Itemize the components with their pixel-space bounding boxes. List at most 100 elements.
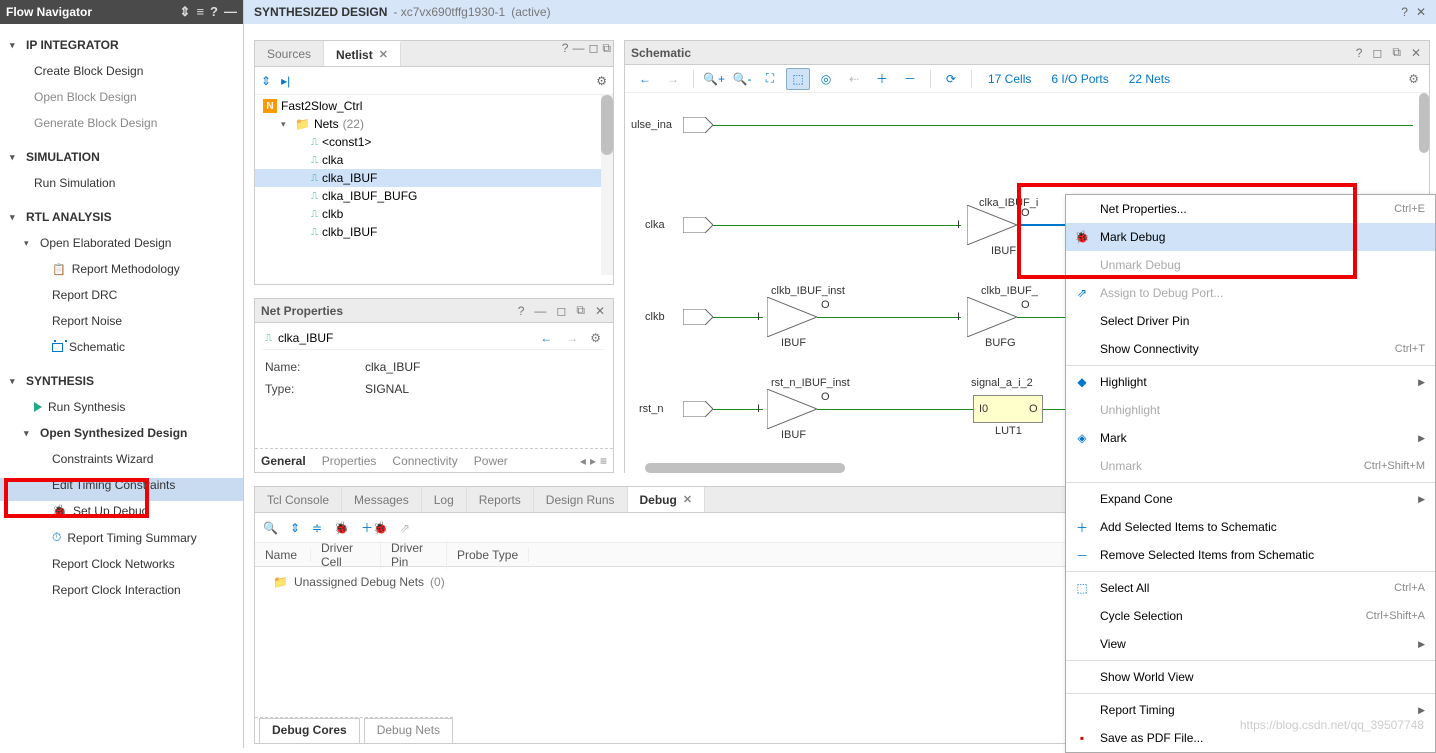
tab-power[interactable]: Power: [474, 454, 508, 468]
net-wire[interactable]: [817, 409, 973, 410]
net-wire[interactable]: [817, 317, 961, 318]
tab-messages[interactable]: Messages: [342, 487, 422, 512]
tab-debug-nets[interactable]: Debug Nets: [364, 718, 453, 743]
set-up-debug[interactable]: 🐞Set Up Debug: [0, 498, 243, 524]
ctx-mark[interactable]: ◈Mark▶: [1066, 424, 1435, 452]
prev-button[interactable]: ←: [536, 331, 556, 345]
scroll-left-icon[interactable]: ◂: [580, 454, 586, 468]
tab-general[interactable]: General: [261, 454, 306, 468]
net-wire[interactable]: [713, 125, 1413, 126]
settings-icon[interactable]: ≡: [196, 4, 204, 20]
tab-tcl-console[interactable]: Tcl Console: [255, 487, 342, 512]
tree-net-clka[interactable]: ⎍clka: [255, 151, 613, 169]
maximize-icon[interactable]: ◻: [554, 304, 568, 318]
tab-reports[interactable]: Reports: [467, 487, 534, 512]
col-probe-type[interactable]: Probe Type: [447, 548, 529, 562]
report-clock-interaction[interactable]: Report Clock Interaction: [0, 577, 243, 603]
ctx-mark-debug[interactable]: 🐞Mark Debug: [1066, 223, 1435, 251]
scrollbar-thumb[interactable]: [601, 95, 613, 155]
close-icon[interactable]: ✕: [1409, 46, 1423, 60]
nets-link[interactable]: 22 Nets: [1121, 72, 1178, 86]
gear-icon[interactable]: ⚙: [596, 74, 607, 88]
zoom-in-icon[interactable]: 🔍+: [702, 68, 726, 90]
back-button[interactable]: ←: [633, 68, 657, 90]
tab-properties[interactable]: Properties: [322, 454, 377, 468]
net-wire[interactable]: [713, 317, 763, 318]
expand-icon[interactable]: ▸|: [281, 74, 290, 88]
ports-link[interactable]: 6 I/O Ports: [1043, 72, 1116, 86]
report-drc[interactable]: Report DRC: [0, 282, 243, 308]
tab-debug-cores[interactable]: Debug Cores: [259, 718, 360, 743]
tree-net-clka-ibuf[interactable]: ⎍clka_IBUF: [255, 169, 613, 187]
search-icon[interactable]: 🔍: [263, 521, 278, 535]
add-debug-icon[interactable]: ＋🐞: [361, 519, 388, 536]
ctx-show-world-view[interactable]: Show World View: [1066, 663, 1435, 691]
col-driver-pin[interactable]: Driver Pin: [381, 541, 447, 569]
constraints-wizard[interactable]: Constraints Wizard: [0, 446, 243, 472]
schematic-link[interactable]: Schematic: [0, 334, 243, 360]
ibuf-icon[interactable]: [767, 297, 817, 340]
net-wire[interactable]: [1017, 317, 1067, 318]
gear-icon[interactable]: ⚙: [588, 331, 603, 345]
help-icon[interactable]: ?: [560, 41, 571, 66]
port-icon[interactable]: [683, 309, 713, 325]
net-wire[interactable]: [1043, 409, 1067, 410]
report-methodology[interactable]: 📋Report Methodology: [0, 256, 243, 282]
scroll-right-icon[interactable]: ▸: [590, 454, 596, 468]
tree-net-clka-ibuf-bufg[interactable]: ⎍clka_IBUF_BUFG: [255, 187, 613, 205]
ctx-view[interactable]: View▶: [1066, 630, 1435, 658]
bufg-icon[interactable]: [967, 297, 1017, 340]
col-name[interactable]: Name: [255, 548, 311, 562]
tree-root[interactable]: NFast2Slow_Ctrl: [255, 97, 613, 115]
minimize-icon[interactable]: —: [570, 41, 586, 66]
ctx-net-properties[interactable]: Net Properties...Ctrl+E: [1066, 195, 1435, 223]
ctx-add-selected[interactable]: ＋Add Selected Items to Schematic: [1066, 513, 1435, 541]
help-icon[interactable]: ?: [516, 304, 527, 318]
refresh-icon[interactable]: ◎: [814, 68, 838, 90]
ibuf-icon[interactable]: [767, 389, 817, 432]
bug-icon[interactable]: 🐞: [334, 521, 349, 535]
popout-icon[interactable]: ⧉: [1390, 45, 1403, 60]
gear-icon[interactable]: ⚙: [1406, 72, 1421, 86]
add-icon[interactable]: ＋: [870, 68, 894, 90]
report-clock-networks[interactable]: Report Clock Networks: [0, 551, 243, 577]
simulation-header[interactable]: ▾SIMULATION: [0, 144, 243, 170]
scrollbar-h[interactable]: [645, 463, 845, 473]
ibuf-icon[interactable]: [967, 205, 1017, 248]
help-icon[interactable]: ?: [1354, 46, 1365, 60]
help-icon[interactable]: ?: [1401, 5, 1408, 19]
tree-nets-group[interactable]: ▾📁Nets(22): [255, 115, 613, 133]
scrollbar-v[interactable]: [1419, 93, 1429, 153]
ctx-highlight[interactable]: ◆Highlight▶: [1066, 368, 1435, 396]
port-icon[interactable]: [683, 217, 713, 233]
close-icon[interactable]: ✕: [683, 493, 692, 506]
maximize-icon[interactable]: ◻: [586, 41, 600, 66]
net-wire[interactable]: [713, 225, 961, 226]
close-icon[interactable]: ✕: [379, 48, 388, 61]
scrollbar-track[interactable]: [601, 95, 613, 275]
zoom-area-icon[interactable]: ⬚: [786, 68, 810, 90]
create-block-design[interactable]: Create Block Design: [0, 58, 243, 84]
maximize-icon[interactable]: ◻: [1370, 46, 1384, 60]
open-synthesized-design[interactable]: ▾Open Synthesized Design: [0, 420, 243, 446]
ctx-remove-selected[interactable]: －Remove Selected Items from Schematic: [1066, 541, 1435, 569]
ctx-show-connectivity[interactable]: Show ConnectivityCtrl+T: [1066, 335, 1435, 363]
ctx-cycle-selection[interactable]: Cycle SelectionCtrl+Shift+A: [1066, 602, 1435, 630]
ip-integrator-header[interactable]: ▾IP INTEGRATOR: [0, 32, 243, 58]
rtl-analysis-header[interactable]: ▾RTL ANALYSIS: [0, 204, 243, 230]
run-simulation[interactable]: Run Simulation: [0, 170, 243, 196]
cells-link[interactable]: 17 Cells: [980, 72, 1039, 86]
tab-netlist[interactable]: Netlist✕: [324, 41, 401, 66]
port-icon[interactable]: [683, 401, 713, 417]
minimize-icon[interactable]: —: [224, 4, 237, 20]
report-timing-summary[interactable]: ⏱Report Timing Summary: [0, 524, 243, 551]
ctx-expand-cone[interactable]: Expand Cone▶: [1066, 485, 1435, 513]
collapse-icon[interactable]: ⇕: [180, 4, 191, 20]
tab-sources[interactable]: Sources: [255, 41, 324, 66]
synthesis-header[interactable]: ▾SYNTHESIS: [0, 368, 243, 394]
open-elaborated-design[interactable]: ▾Open Elaborated Design: [0, 230, 243, 256]
zoom-out-icon[interactable]: 🔍-: [730, 68, 754, 90]
close-icon[interactable]: ✕: [593, 304, 607, 318]
collapse-all-icon[interactable]: ⇕: [290, 521, 300, 535]
collapse-all-icon[interactable]: ⇕: [261, 74, 271, 88]
